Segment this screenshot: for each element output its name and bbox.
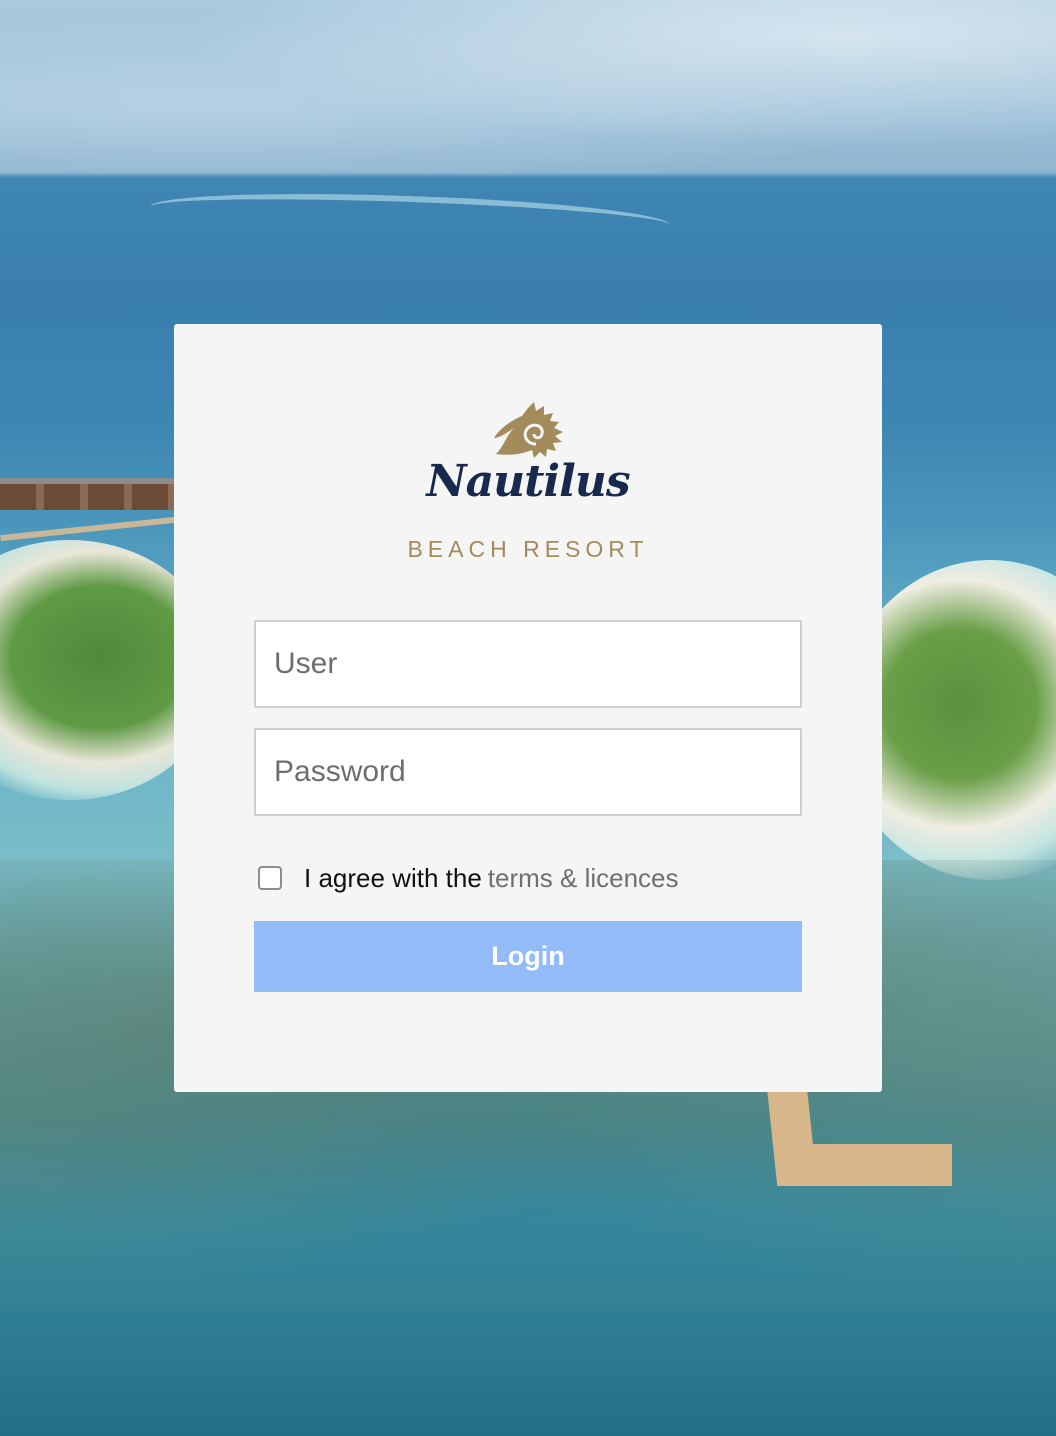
villa-walkway [0, 516, 175, 542]
terms-link[interactable]: terms & licences [488, 863, 679, 894]
water-villas [0, 478, 175, 510]
sandbar-swirl [149, 186, 671, 246]
nautilus-shell-icon [494, 402, 563, 458]
user-input[interactable] [254, 620, 802, 708]
jetty-end [792, 1144, 952, 1186]
sky-haze [0, 0, 1056, 175]
brand-name: Nautilus [426, 456, 630, 507]
agree-label: I agree with the [304, 862, 482, 893]
password-input[interactable] [254, 728, 802, 816]
login-button[interactable]: Login [254, 921, 802, 992]
agree-row: I agree with the terms & licences [258, 862, 679, 894]
agree-checkbox[interactable] [258, 866, 282, 890]
brand-tagline: BEACH RESORT [407, 536, 649, 562]
